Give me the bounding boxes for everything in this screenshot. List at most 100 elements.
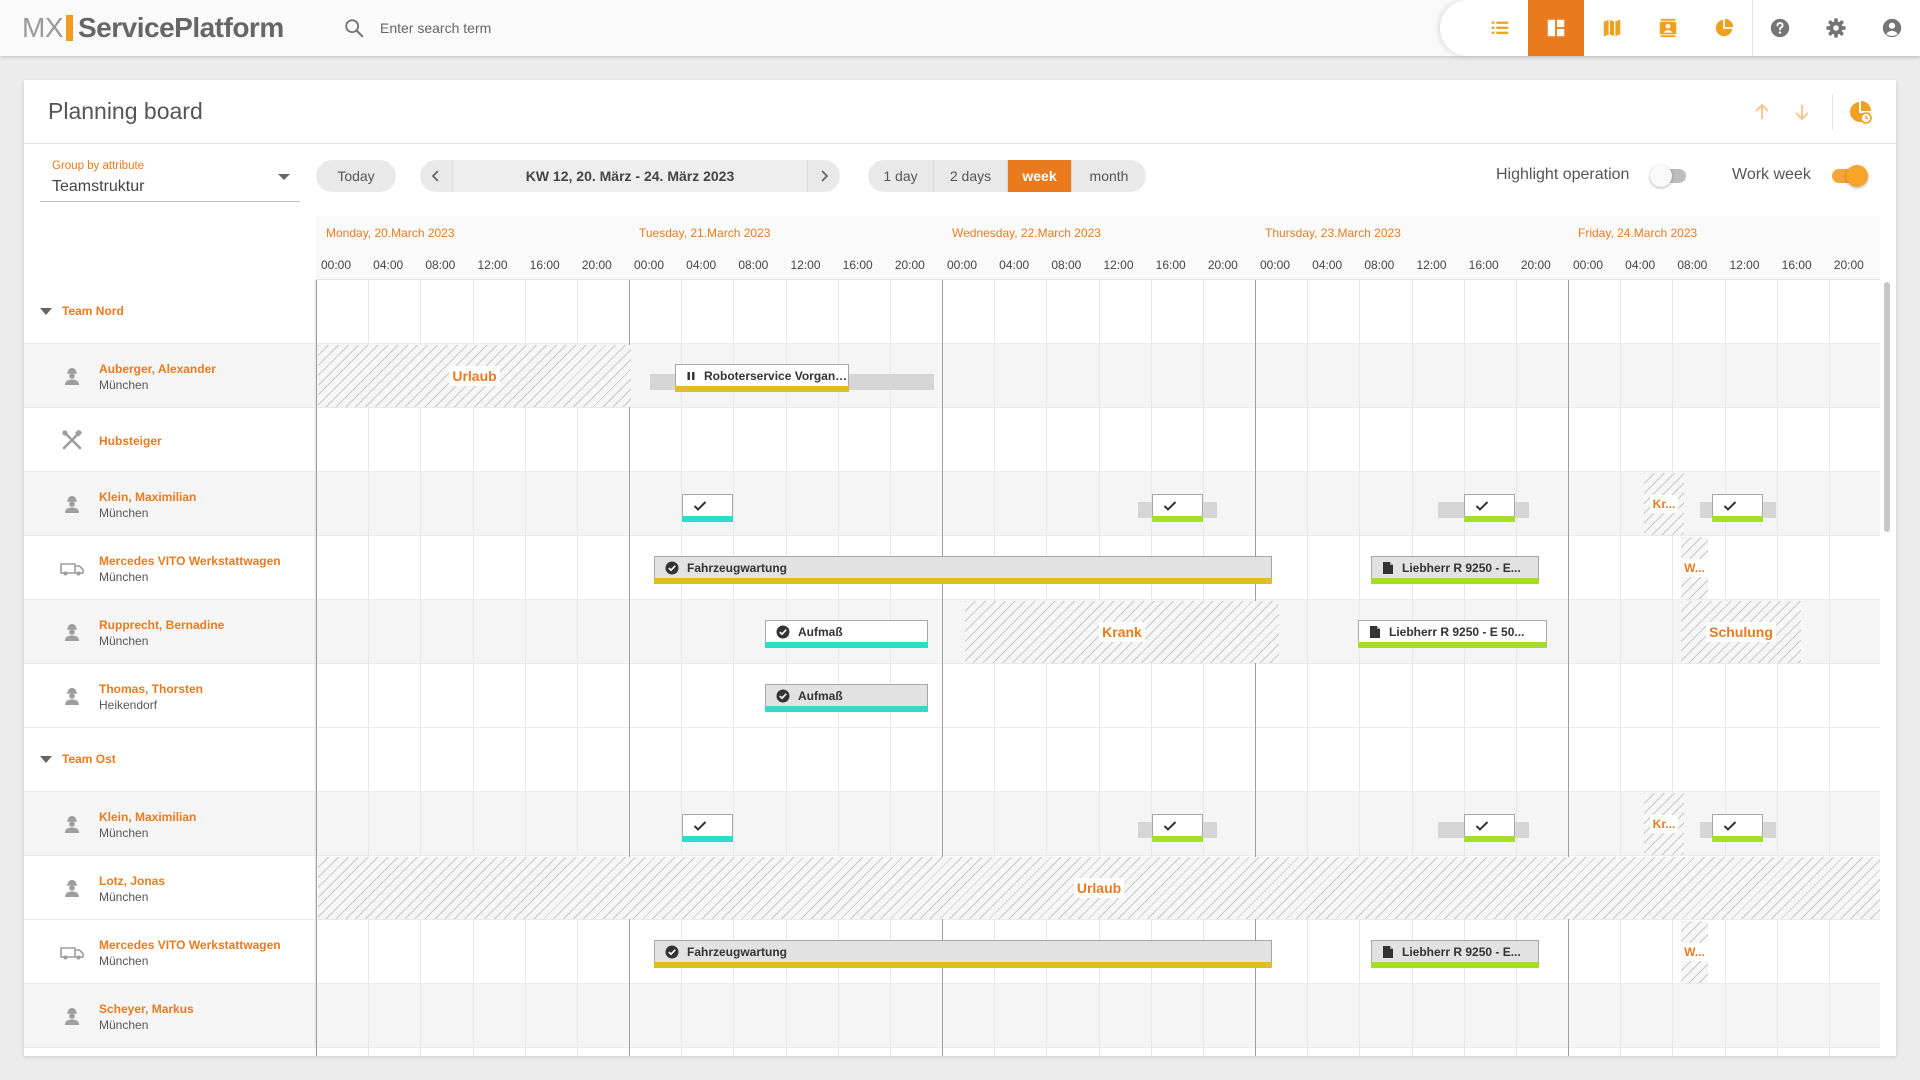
hour-label: 08:00: [738, 258, 769, 272]
app-logo[interactable]: MX ServicePlatform: [22, 10, 284, 46]
hour-label: 00:00: [633, 258, 665, 272]
absence-vacation[interactable]: Urlaub: [318, 345, 631, 407]
task-liebherr[interactable]: Liebherr R 9250 - E...: [1371, 940, 1539, 962]
resource-cell[interactable]: Mercedes VITO Werkstattwagen München: [24, 536, 316, 600]
task-status-bar: [1464, 516, 1515, 522]
pie-chart-view-button[interactable]: [1696, 0, 1752, 56]
task-completed[interactable]: [1152, 494, 1203, 516]
hour-label: 12:00: [790, 258, 821, 272]
search-input[interactable]: [380, 14, 780, 42]
task-label: Aufmaß: [798, 624, 843, 639]
collapse-icon[interactable]: [40, 756, 52, 763]
pie-chart-clock-icon[interactable]: [1846, 98, 1874, 126]
task-completed[interactable]: [1712, 814, 1763, 836]
absence-label: Kr...: [1649, 495, 1679, 513]
check-icon: [1475, 500, 1489, 511]
group-row-team-ost[interactable]: Team Ost: [24, 728, 1880, 792]
highlight-operation-toggle[interactable]: [1650, 165, 1688, 187]
absence-sick[interactable]: Kr...: [1644, 473, 1684, 535]
resource-cell[interactable]: Scheyer, Markus München: [24, 984, 316, 1048]
view-week[interactable]: week: [1008, 160, 1072, 192]
resource-cell[interactable]: Lotz, Jonas München: [24, 856, 316, 920]
absence-sick[interactable]: Kr...: [1644, 793, 1684, 855]
task-completed[interactable]: [1464, 494, 1515, 516]
task-completed[interactable]: [1152, 814, 1203, 836]
view-2-days[interactable]: 2 days: [934, 160, 1008, 192]
view-switcher: 1 day 2 days week month: [868, 160, 1146, 192]
group-name: Team Ost: [62, 752, 116, 766]
document-icon: [1383, 561, 1393, 574]
pause-icon: [687, 371, 695, 380]
tools-icon: [62, 429, 83, 450]
vertical-scrollbar[interactable]: [1884, 282, 1890, 532]
view-1-day[interactable]: 1 day: [868, 160, 934, 192]
contacts-view-button[interactable]: [1640, 0, 1696, 56]
chevron-right-icon: [821, 170, 829, 182]
day-label: Thursday, 23.March 2023: [1265, 226, 1401, 240]
resource-cell[interactable]: Rupprecht, Bernadine München: [24, 600, 316, 664]
logo-bar: [66, 15, 73, 41]
collapse-icon[interactable]: [40, 308, 52, 315]
resource-cell[interactable]: Klein, Maximilian München: [24, 792, 316, 856]
hour-label: 08:00: [1677, 258, 1708, 272]
help-button[interactable]: [1752, 0, 1808, 56]
previous-week-button[interactable]: [420, 160, 452, 192]
hour-divider: [1672, 280, 1674, 1056]
absence-vacation[interactable]: Urlaub: [318, 857, 1880, 919]
search-icon[interactable]: [343, 17, 365, 39]
absence-label: Urlaub: [449, 366, 500, 386]
arrow-down-icon[interactable]: [1790, 100, 1814, 124]
account-button[interactable]: [1864, 0, 1920, 56]
resource-location: München: [99, 506, 149, 520]
resource-name: Klein, Maximilian: [99, 490, 197, 504]
task-liebherr[interactable]: Liebherr R 9250 - E...: [1371, 556, 1539, 578]
absence-label: Krank: [1099, 622, 1145, 642]
task-status-bar: [765, 642, 928, 648]
task-aufmass[interactable]: Aufmaß: [765, 620, 928, 642]
hour-label: 04:00: [373, 258, 404, 272]
resource-cell[interactable]: Thomas, Thorsten Heikendorf: [24, 664, 316, 728]
resource-cell[interactable]: Hubsteiger: [24, 408, 316, 472]
hour-divider: [1776, 280, 1778, 1056]
task-liebherr[interactable]: Liebherr R 9250 - E 50...: [1358, 620, 1547, 642]
resource-row: Auberger, Alexander München: [24, 344, 1880, 408]
task-completed[interactable]: [1464, 814, 1515, 836]
list-view-button[interactable]: [1472, 0, 1528, 56]
absence-training[interactable]: Schulung: [1681, 601, 1801, 663]
resource-row: Klein, Maximilian München: [24, 472, 1880, 536]
task-completed[interactable]: [1712, 494, 1763, 516]
task-completed[interactable]: [682, 494, 733, 516]
task-roboterservice[interactable]: Roboterservice Vorgang 30: [675, 364, 849, 386]
absence-sick[interactable]: Krank: [965, 601, 1279, 663]
task-completed[interactable]: [682, 814, 733, 836]
dashboard-view-button[interactable]: [1528, 0, 1584, 56]
work-week-toggle[interactable]: [1828, 165, 1868, 187]
day-label: Tuesday, 21.March 2023: [639, 226, 771, 240]
resource-cell[interactable]: Auberger, Alexander München: [24, 344, 316, 408]
view-month[interactable]: month: [1072, 160, 1146, 192]
task-fahrzeugwartung[interactable]: Fahrzeugwartung: [654, 556, 1272, 578]
settings-button[interactable]: [1808, 0, 1864, 56]
absence-other[interactable]: W...: [1681, 537, 1708, 599]
task-fahrzeugwartung[interactable]: Fahrzeugwartung: [654, 940, 1272, 962]
group-by-label: Group by attribute: [52, 160, 145, 172]
task-status-bar: [675, 386, 849, 392]
resource-cell[interactable]: Mercedes VITO Werkstattwagen München: [24, 920, 316, 984]
arrow-up-icon[interactable]: [1750, 100, 1774, 124]
today-button[interactable]: Today: [316, 160, 396, 192]
resource-name: Hubsteiger: [99, 434, 162, 448]
next-week-button[interactable]: [808, 160, 840, 192]
verified-icon: [776, 625, 790, 638]
task-status-bar: [765, 706, 928, 712]
resource-row: Klein, Maximilian München: [24, 792, 1880, 856]
van-icon: [60, 563, 84, 576]
hour-label: 16:00: [842, 258, 873, 272]
task-aufmass[interactable]: Aufmaß: [765, 684, 928, 706]
resource-name: Scheyer, Markus: [99, 1002, 194, 1016]
group-by-select[interactable]: Group by attribute Teamstruktur: [40, 154, 300, 202]
group-row-team-nord[interactable]: Team Nord: [24, 280, 1880, 344]
map-view-button[interactable]: [1584, 0, 1640, 56]
absence-other[interactable]: W...: [1681, 921, 1708, 983]
verified-icon: [665, 945, 679, 958]
resource-cell[interactable]: Klein, Maximilian München: [24, 472, 316, 536]
